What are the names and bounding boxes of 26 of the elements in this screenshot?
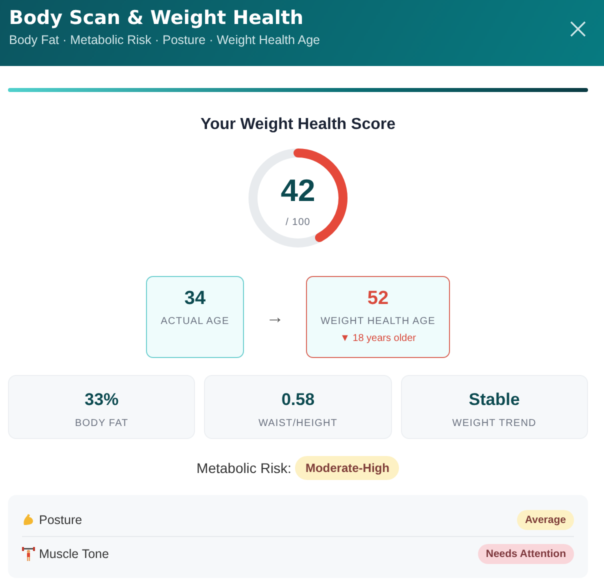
- age-value: 34: [184, 288, 206, 310]
- status-badge: Average: [516, 510, 574, 530]
- age-difference: ▼ 18 years older: [340, 333, 416, 344]
- flexed-arm-icon: [22, 513, 35, 526]
- dialog-title: Body Scan & Weight Health: [9, 7, 304, 29]
- age-value: 52: [367, 288, 389, 310]
- age-label: ACTUAL AGE: [160, 316, 230, 327]
- stat-value: 33%: [84, 390, 119, 410]
- stat-value: Stable: [468, 390, 520, 410]
- weightlifter-icon: [22, 546, 35, 560]
- arrow-glyph: →: [266, 306, 284, 328]
- stat-label: WEIGHT TREND: [452, 418, 536, 429]
- stat-label: BODY FAT: [74, 418, 128, 429]
- score-scale: / 100: [286, 216, 310, 228]
- status-badge: Needs Attention: [478, 544, 574, 564]
- score-value: 42: [280, 172, 316, 208]
- dialog-subtitle: Body Fat · Metabolic Risk · Posture · Weight Health Age: [9, 33, 320, 47]
- assessment-label: Muscle Tone: [39, 546, 109, 560]
- stat-label: WAIST/HEIGHT: [258, 418, 338, 429]
- close-button[interactable]: [569, 20, 587, 38]
- age-label: WEIGHT HEALTH AGE: [320, 316, 436, 327]
- score-title: Your Weight Health Score: [200, 116, 396, 134]
- metabolic-risk-label: Metabolic Risk:: [196, 460, 292, 476]
- risk-badge: Moderate-High: [295, 456, 400, 480]
- assessment-label: Posture: [39, 512, 82, 526]
- stat-value: 0.58: [281, 390, 315, 410]
